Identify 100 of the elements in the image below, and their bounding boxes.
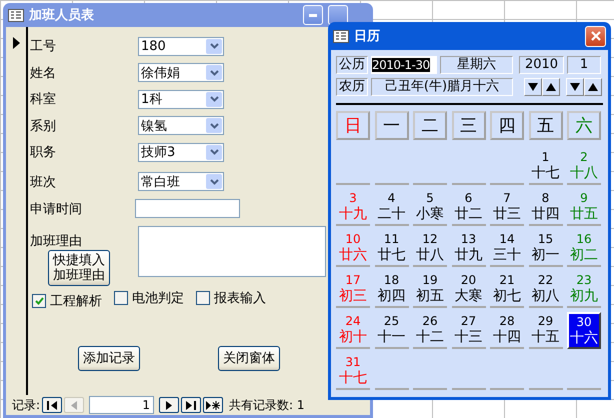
- left-triangle-icon: [71, 400, 78, 410]
- field-label: 加班理由: [30, 232, 83, 250]
- day-cell[interactable]: 13 廿九: [452, 230, 486, 267]
- day-cell[interactable]: 20 大寒: [452, 271, 486, 308]
- checkbox[interactable]: [196, 290, 210, 304]
- month-up-button[interactable]: [584, 78, 602, 96]
- day-cell[interactable]: 16 初二: [567, 230, 601, 267]
- combo-box[interactable]: 180: [138, 36, 224, 56]
- form-icon: [8, 8, 24, 22]
- year-down-button[interactable]: [524, 78, 542, 96]
- combo-box[interactable]: 常白班: [138, 172, 224, 191]
- chevron-down-icon: [210, 178, 218, 184]
- day-cell[interactable]: 26 十二: [413, 312, 447, 349]
- chevron-down-icon: [210, 43, 218, 50]
- month-field[interactable]: 1: [567, 56, 601, 74]
- record-number-field[interactable]: 1: [89, 396, 154, 414]
- record-count: 共有记录数: 1: [229, 396, 305, 414]
- chevron-down-icon: [210, 149, 218, 156]
- chevron-down-icon: [210, 122, 218, 129]
- close-icon: [590, 31, 600, 41]
- day-cell[interactable]: 9 廿五: [567, 189, 601, 226]
- first-record-button[interactable]: [42, 397, 62, 413]
- field-label: 科室: [30, 91, 57, 108]
- day-cell[interactable]: 4 二十: [374, 189, 408, 226]
- weekday-header: 五: [528, 111, 562, 140]
- triangle-up-icon: [588, 83, 598, 91]
- day-cell[interactable]: 21 初七: [490, 271, 524, 308]
- chevron-down-icon: [210, 70, 218, 76]
- checkbox-label: 电池判定: [132, 290, 184, 306]
- add-record-button[interactable]: 添加记录: [78, 346, 140, 370]
- combo-box[interactable]: 徐伟娟: [138, 63, 224, 82]
- lunar-date: 己丑年(牛)腊月十六: [371, 78, 513, 96]
- day-cell[interactable]: 2 十八: [567, 148, 601, 185]
- quick-fill-button[interactable]: 快捷填入加班理由: [48, 250, 110, 286]
- checkbox[interactable]: [114, 290, 128, 304]
- form-icon: [333, 30, 349, 42]
- minimize-icon: [309, 14, 317, 16]
- window-title: 加班人员表: [29, 7, 95, 24]
- day-cell[interactable]: 22 初八: [528, 271, 562, 308]
- day-cell[interactable]: 15 初一: [528, 230, 562, 267]
- day-cell[interactable]: 25 十一: [374, 312, 408, 349]
- last-icon: [186, 400, 196, 410]
- close-button[interactable]: [585, 26, 606, 46]
- day-cell[interactable]: 27 十三: [452, 312, 486, 349]
- weekday-header: 一: [374, 111, 408, 140]
- field-label: 职务: [30, 144, 57, 162]
- combo-box[interactable]: 1科: [138, 90, 224, 109]
- year-field[interactable]: 2010: [519, 56, 564, 74]
- day-cell[interactable]: 1 十七: [528, 148, 562, 185]
- day-cell[interactable]: 12 廿八: [413, 230, 447, 267]
- year-up-button[interactable]: [542, 78, 560, 96]
- day-cell[interactable]: 18 初四: [374, 271, 408, 308]
- field-label: 姓名: [30, 64, 57, 82]
- last-record-button[interactable]: [181, 397, 202, 413]
- day-cell[interactable]: 30 十六: [567, 312, 601, 349]
- lunar-label: 农历: [336, 78, 368, 96]
- day-cell[interactable]: 7 廿三: [490, 189, 524, 226]
- checkbox[interactable]: [32, 294, 46, 308]
- month-down-button[interactable]: [566, 78, 584, 96]
- close-form-button[interactable]: 关闭窗体: [218, 346, 280, 370]
- chevron-down-icon: [210, 96, 218, 102]
- solar-label: 公历: [336, 56, 368, 74]
- day-cell[interactable]: 5 小寒: [413, 189, 447, 226]
- weekday-header: 四: [490, 111, 524, 140]
- new-record-icon: [206, 400, 220, 410]
- minimize-button[interactable]: [303, 5, 323, 25]
- field-label: 工号: [30, 38, 57, 56]
- weekday-header: 六: [567, 111, 601, 140]
- triangle-up-icon: [546, 83, 556, 91]
- day-cell[interactable]: 11 廿七: [374, 230, 408, 267]
- right-triangle-icon: [166, 400, 172, 410]
- date-field[interactable]: 2010-1-30: [371, 56, 437, 74]
- weekday-header: 三: [452, 111, 486, 140]
- field-label: 班次: [30, 174, 57, 190]
- checkbox-label: 报表输入: [214, 290, 266, 306]
- day-cell[interactable]: 19 初五: [413, 271, 447, 308]
- day-cell[interactable]: 28 十四: [490, 312, 524, 349]
- next-record-button[interactable]: [159, 397, 180, 413]
- checkbox-label: 工程解析: [50, 292, 102, 310]
- triangle-down-icon: [570, 83, 580, 91]
- record-label: 记录:: [12, 396, 40, 414]
- day-cell[interactable]: 8 廿四: [528, 189, 562, 226]
- combo-box[interactable]: 技师3: [138, 142, 224, 162]
- day-cell[interactable]: 23 初九: [567, 271, 601, 308]
- text-area[interactable]: [138, 226, 326, 276]
- input-field[interactable]: [135, 199, 240, 218]
- first-icon: [47, 400, 58, 410]
- triangle-down-icon: [528, 83, 538, 91]
- field-label: 申请时间: [30, 200, 83, 218]
- window-title: 日历: [354, 28, 381, 45]
- combo-box[interactable]: 镍氢: [138, 116, 224, 136]
- weekday-header: 二: [413, 111, 447, 140]
- weekday-header: 日: [336, 111, 370, 140]
- field-label: 系别: [30, 118, 57, 135]
- new-record-button[interactable]: [203, 397, 224, 413]
- day-cell[interactable]: 29 十五: [528, 312, 562, 349]
- day-cell[interactable]: 6 廿二: [452, 189, 486, 226]
- weekday-text: 星期六: [440, 56, 513, 74]
- day-cell[interactable]: 14 三十: [490, 230, 524, 267]
- record-pointer-icon: [12, 37, 20, 49]
